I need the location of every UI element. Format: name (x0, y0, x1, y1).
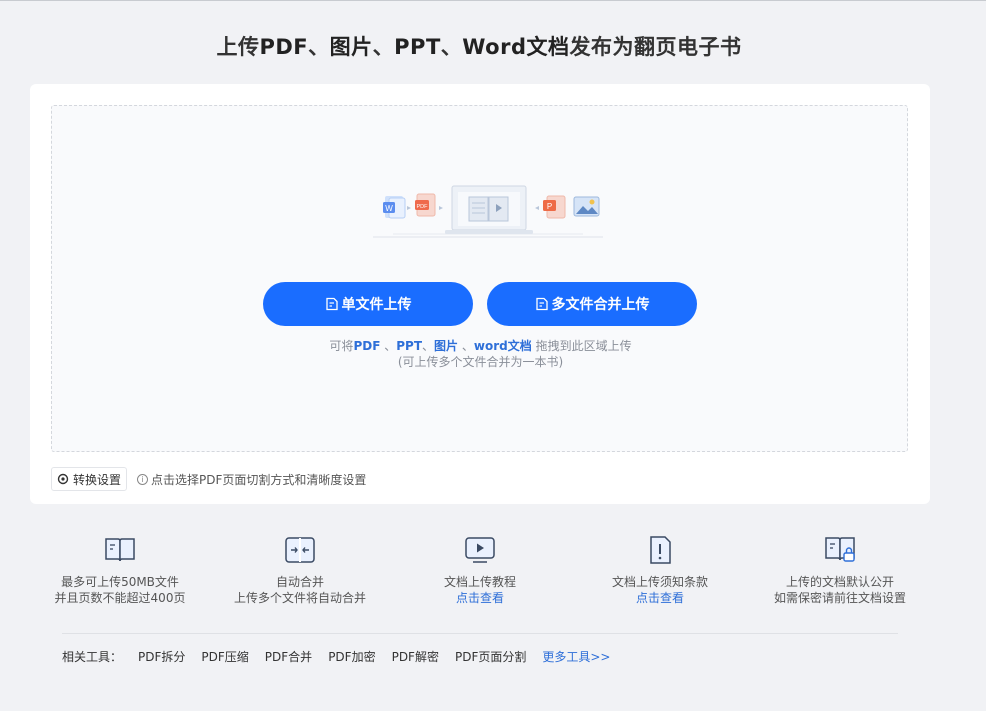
related-tools-label: 相关工具： (62, 650, 123, 664)
title-part: PDF (259, 35, 309, 59)
conversion-settings-button[interactable]: 转换设置 (51, 467, 128, 491)
conversion-settings-label: 转换设置 (73, 472, 122, 487)
single-file-upload-button[interactable]: 单文件上传 (263, 282, 473, 326)
video-tutorial-icon (465, 537, 495, 563)
tool-link-pdf-decrypt[interactable]: PDF解密 (392, 648, 439, 665)
page-title: 上传PDF、图片、PPT、Word文档发布为翻页电子书 (0, 31, 958, 61)
multi-file-upload-button[interactable]: 多文件合并上传 (487, 282, 697, 326)
upload-file-icon (325, 297, 338, 311)
tool-link-pdf-split[interactable]: PDF拆分 (138, 648, 185, 665)
divider (62, 633, 898, 634)
feature-line2: 上传多个文件将自动合并 (233, 591, 366, 605)
settings-hint: i 点击选择PDF页面切割方式和清晰度设置 (137, 471, 366, 488)
hint-sep: 、 (384, 339, 397, 353)
hint-text: 可将 (329, 339, 354, 353)
terms-view-link[interactable]: 点击查看 (570, 590, 750, 606)
feature-line2: 如需保密请前往文档设置 (773, 591, 906, 605)
drop-hint: 可将PDF 、PPT、图片 、word文档 拖拽到此区域上传 (可上传多个文件合… (52, 338, 909, 370)
feature-item-terms: 文档上传须知条款 点击查看 (570, 535, 750, 606)
svg-text:PDF: PDF (417, 204, 429, 210)
title-part: 图片 (329, 35, 373, 59)
title-part: 、 (308, 35, 330, 59)
title-part: Word文档 (462, 35, 570, 59)
svg-text:W: W (385, 204, 393, 213)
multi-file-upload-label: 多文件合并上传 (551, 296, 650, 312)
merge-icon (285, 537, 315, 563)
drop-zone[interactable]: W PDF P 单文件上传 多文件合并上传 可将PDF 、PPT、图片 、wor… (51, 105, 908, 452)
settings-hint-text: 点击选择PDF页面切割方式和清晰度设置 (151, 472, 367, 487)
info-icon: i (137, 473, 149, 485)
settings-icon (57, 473, 69, 485)
hint-sep: 、 (461, 339, 474, 353)
hint-pdf: PDF (353, 339, 381, 353)
feature-line1: 上传的文档默认公开 (785, 575, 894, 589)
svg-text:P: P (547, 202, 552, 211)
feature-item-tutorial: 文档上传教程 点击查看 (390, 535, 570, 606)
feature-item-auto-merge: 自动合并 上传多个文件将自动合并 (210, 535, 390, 606)
feature-line1: 文档上传教程 (443, 575, 516, 589)
tool-link-pdf-compress[interactable]: PDF压缩 (201, 648, 248, 665)
settings-row: 转换设置 i 点击选择PDF页面切割方式和清晰度设置 (51, 467, 366, 491)
upload-card: W PDF P 单文件上传 多文件合并上传 可将PDF 、PPT、图片 、wor… (30, 84, 930, 504)
more-tools-link[interactable]: 更多工具>> (542, 648, 610, 665)
title-part: PPT (394, 35, 441, 59)
title-part: 发布为翻页电子书 (569, 35, 742, 59)
upload-file-icon (535, 297, 548, 311)
hint-sep: 、 (422, 339, 435, 353)
hint-word: word文档 (473, 339, 532, 353)
feature-line1: 最多可上传50MB文件 (61, 575, 179, 589)
title-part: 、 (440, 35, 463, 59)
feature-line1: 文档上传须知条款 (611, 575, 708, 589)
tool-link-pdf-merge[interactable]: PDF合并 (265, 648, 312, 665)
single-file-upload-label: 单文件上传 (341, 296, 412, 312)
feature-item-size-limit: 最多可上传50MB文件 并且页数不能超过400页 (30, 535, 210, 606)
book-icon (105, 538, 135, 562)
tutorial-view-link[interactable]: 点击查看 (390, 590, 570, 606)
public-lock-icon (825, 537, 855, 562)
title-part: 上传 (216, 35, 260, 59)
tool-link-pdf-encrypt[interactable]: PDF加密 (328, 648, 375, 665)
tool-link-pdf-page-split[interactable]: PDF页面分割 (455, 648, 526, 665)
hint-image: 图片 (434, 339, 459, 353)
hint-ppt: PPT (396, 339, 423, 353)
feature-list: 最多可上传50MB文件 并且页数不能超过400页 自动合并 上传多个文件将自动合… (30, 535, 930, 615)
upload-illustration-icon: W PDF P (373, 185, 603, 238)
hint-line2: (可上传多个文件合并为一本书) (397, 355, 564, 369)
title-part: 、 (372, 35, 395, 59)
notice-icon (650, 536, 671, 564)
hint-text: 拖拽到此区域上传 (535, 339, 632, 353)
feature-line2: 并且页数不能超过400页 (54, 591, 186, 605)
feature-line1: 自动合并 (275, 575, 324, 589)
feature-item-privacy: 上传的文档默认公开 如需保密请前往文档设置 (750, 535, 930, 606)
related-tools: 相关工具： PDF拆分 PDF压缩 PDF合并 PDF加密 PDF解密 PDF页… (62, 648, 610, 665)
